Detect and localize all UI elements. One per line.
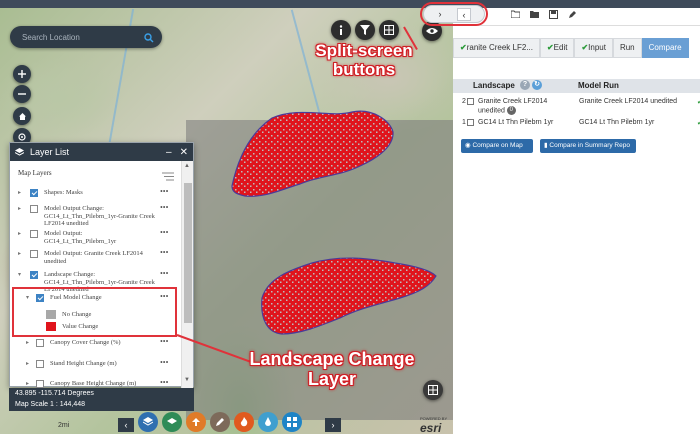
drop-icon [265, 417, 271, 426]
count-badge: 0 [506, 106, 516, 115]
coordinate-readout: 43.895 -115.714 Degrees [9, 388, 194, 400]
callout-split-screen: Split-screen buttons [315, 41, 413, 79]
expand-icon[interactable]: ▸ [26, 361, 29, 369]
tab-landscape[interactable]: ✔ranite Creek LF2... [453, 38, 540, 58]
workflow-tabs: ✔ranite Creek LF2... ✔Edit ✔Input Run Co… [453, 38, 689, 58]
layer-checkbox[interactable] [30, 189, 38, 197]
layer-options-icon[interactable]: ••• [160, 379, 168, 387]
folder-icon[interactable] [530, 10, 539, 18]
minimize-icon[interactable]: – [166, 147, 172, 158]
layer-checkbox[interactable] [30, 230, 38, 238]
esri-logo: POWERED BY esri [420, 416, 448, 434]
pencil-icon [216, 418, 224, 426]
layer-checkbox[interactable] [36, 339, 44, 347]
scroll-down-icon[interactable]: ▼ [184, 377, 190, 383]
layers-icon [15, 147, 24, 156]
layer-options-icon[interactable]: ••• [160, 204, 168, 212]
toolbar-next-icon[interactable]: › [325, 418, 341, 432]
compare-on-map-button[interactable]: ◉ Compare on Map [461, 139, 533, 153]
drop-widget-button[interactable] [258, 412, 278, 432]
search-input[interactable] [22, 29, 140, 45]
highlight-split-buttons [420, 2, 488, 26]
layers-widget-button[interactable] [138, 412, 158, 432]
filter-button[interactable] [355, 20, 375, 40]
expand-icon[interactable]: ▸ [18, 231, 21, 239]
layer-list-scrollbar[interactable]: ▲ ▼ [181, 161, 193, 388]
refresh-icon[interactable]: ↻ [532, 80, 542, 90]
layer-options-icon[interactable]: ••• [160, 249, 168, 257]
expand-icon[interactable]: ▸ [26, 340, 29, 348]
draw-widget-button[interactable] [210, 412, 230, 432]
apps-widget-button[interactable] [282, 412, 302, 432]
tab-run[interactable]: Run [612, 38, 642, 58]
layer-list-title: Layer List [30, 147, 70, 157]
map-nav-controls [13, 65, 31, 146]
polygon-south [261, 257, 437, 335]
polygon-north [231, 110, 394, 197]
grid-icon [287, 417, 297, 427]
close-icon[interactable]: ✕ [180, 147, 188, 158]
zoom-out-button[interactable] [13, 85, 31, 103]
scroll-thumb[interactable] [184, 183, 192, 323]
pencil-icon[interactable] [568, 10, 577, 19]
layer-list-panel: Layer List – ✕ Map Layers ▸ Shapes: Mask… [9, 142, 194, 388]
layer-list-header[interactable]: Layer List – ✕ [10, 143, 193, 161]
toolbar-prev-icon[interactable]: ‹ [118, 418, 134, 432]
save-icon[interactable] [549, 10, 558, 19]
expand-icon[interactable]: ▸ [18, 190, 21, 198]
scroll-up-icon[interactable]: ▲ [184, 163, 190, 169]
row-checkbox[interactable] [467, 98, 474, 105]
search-icon[interactable] [144, 30, 154, 48]
map-scale: Map Scale 1 : 144,448 [9, 400, 194, 411]
folder-open-icon[interactable] [511, 10, 520, 18]
layers-icon [143, 417, 153, 426]
info-icon[interactable]: ? [520, 80, 530, 90]
compare-table-header: Landscape ? ↻ Model Run [453, 79, 700, 93]
search-box[interactable] [10, 26, 162, 48]
layer-checkbox[interactable] [36, 380, 44, 388]
panel-icons [511, 10, 577, 19]
compare-summary-button[interactable]: ▮ Compare in Summary Repo [540, 139, 636, 153]
right-panel: ✔ranite Creek LF2... ✔Edit ✔Input Run Co… [453, 8, 700, 434]
layer-checkbox[interactable] [30, 250, 38, 258]
grid-button[interactable] [379, 20, 399, 40]
panel-toolbar [453, 8, 700, 26]
layer-options-icon[interactable]: ••• [160, 270, 168, 278]
home-button[interactable] [13, 107, 31, 125]
collapse-icon[interactable]: ▾ [18, 272, 21, 280]
zoom-in-button[interactable] [13, 65, 31, 83]
scalebar-label: 2mi [58, 422, 70, 429]
widget-toolbar: ‹ › [118, 412, 343, 434]
layer-options-icon[interactable]: ••• [160, 338, 168, 346]
basemap-gallery-button[interactable] [423, 380, 443, 400]
fire-widget-button[interactable] [234, 412, 254, 432]
tab-input[interactable]: ✔Input [574, 38, 613, 58]
upload-widget-button[interactable] [186, 412, 206, 432]
layer-options-icon[interactable]: ••• [160, 188, 168, 196]
layer-checkbox[interactable] [36, 360, 44, 368]
filter-list-icon[interactable] [162, 168, 174, 186]
layer-list-subtitle: Map Layers [18, 169, 52, 177]
callout-landscape-change: Landscape Change Layer [249, 349, 415, 389]
upload-icon [192, 418, 200, 426]
expand-icon[interactable]: ▸ [26, 381, 29, 388]
row-checkbox[interactable] [467, 119, 474, 126]
tab-compare[interactable]: Compare [641, 38, 689, 58]
tab-edit[interactable]: ✔Edit [539, 38, 575, 58]
expand-icon[interactable]: ▸ [18, 206, 21, 214]
layer-options-icon[interactable]: ••• [160, 229, 168, 237]
layer-options-icon[interactable]: ••• [160, 359, 168, 367]
layer-checkbox[interactable] [30, 271, 38, 279]
highlight-landscape-layer [12, 287, 177, 337]
top-bar [0, 0, 700, 8]
basemap-widget-button[interactable] [162, 412, 182, 432]
stack-icon [167, 418, 177, 424]
info-button[interactable] [331, 20, 351, 40]
flame-icon [240, 417, 248, 427]
expand-icon[interactable]: ▸ [18, 251, 21, 259]
layer-checkbox[interactable] [30, 205, 38, 213]
